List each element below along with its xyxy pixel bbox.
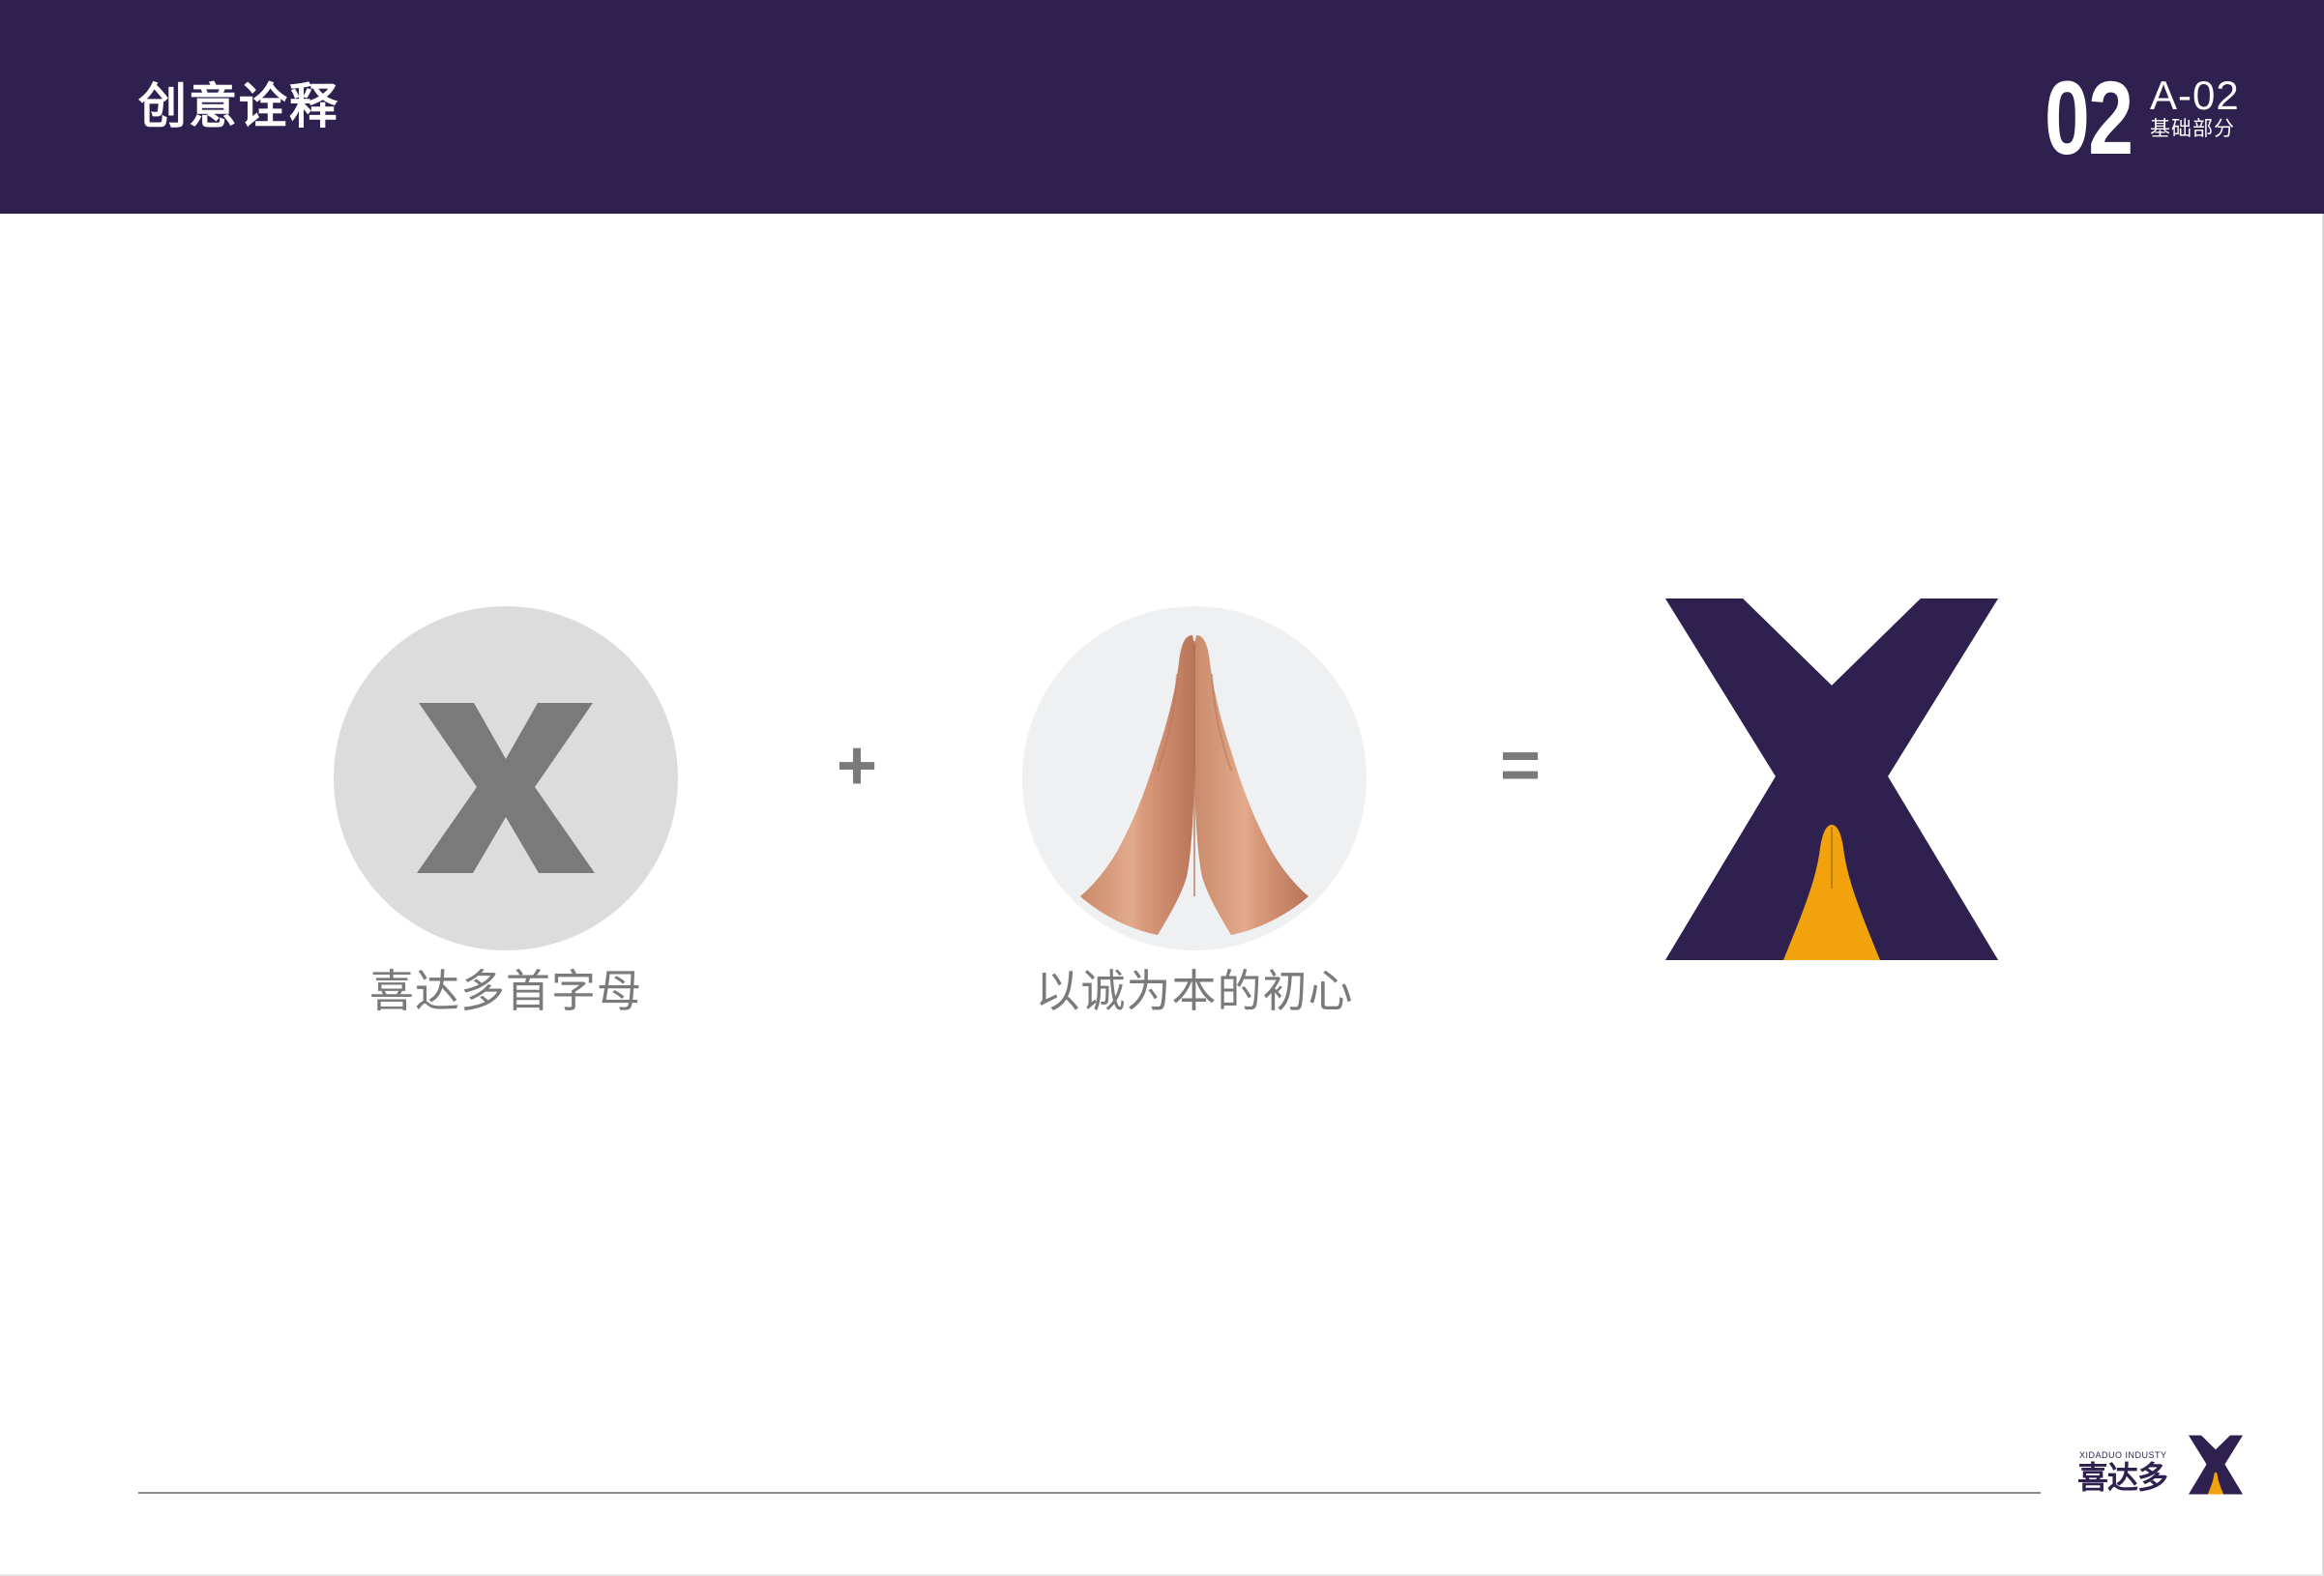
footer-x-logo-icon: [2189, 1435, 2243, 1495]
plus-operator: +: [836, 727, 878, 804]
footer-brand-chinese: 喜达多: [2077, 1459, 2168, 1496]
praying-hands-image: [1080, 635, 1309, 935]
praying-hands-circle: [1022, 606, 1367, 950]
caption-initial-letter: 喜达多首字母: [369, 965, 642, 1017]
page-title: 创意诠释: [138, 78, 339, 134]
letter-x-circle: [334, 606, 678, 950]
document-page: 创意诠释 02 A-02 基础部分 喜达多首字母 + 以诚为本的初心 = XID…: [0, 0, 2324, 1576]
section-name: 基础部分: [2150, 117, 2235, 140]
section-code: A-02: [2150, 73, 2240, 118]
header-bar: 创意诠释 02 A-02 基础部分: [0, 0, 2324, 214]
section-number: 02: [2045, 59, 2133, 176]
equals-operator: =: [1499, 727, 1542, 804]
caption-sincerity: 以诚为本的初心: [1035, 965, 1354, 1017]
brand-x-logo: [1665, 598, 1998, 960]
letter-x-icon: [417, 703, 595, 873]
footer-divider: [138, 1492, 2041, 1494]
